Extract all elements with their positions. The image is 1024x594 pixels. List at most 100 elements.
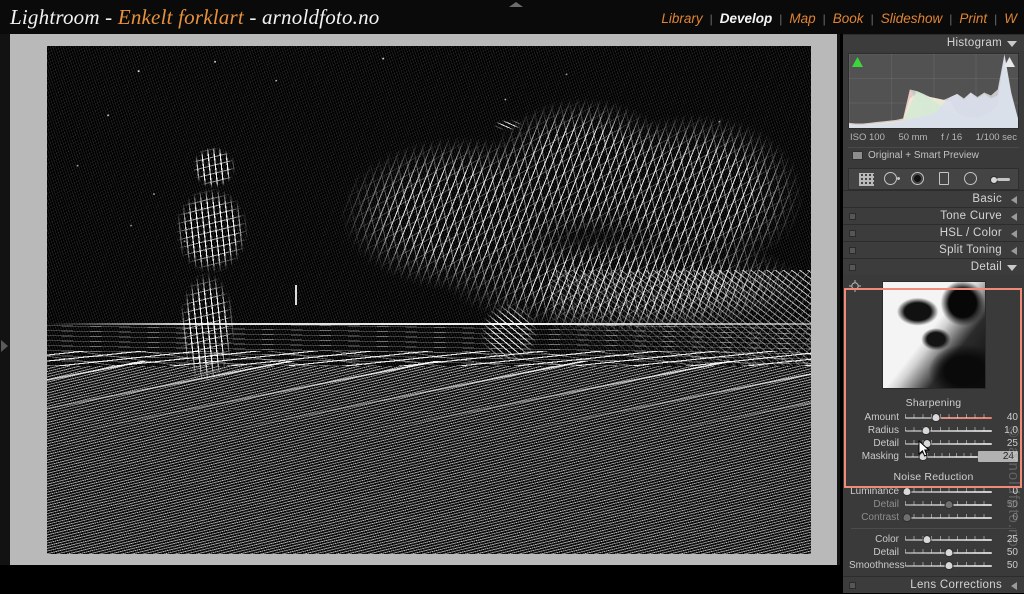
noise-reduction-slider-detail[interactable] bbox=[905, 547, 992, 559]
panel-switch-icon[interactable] bbox=[849, 582, 856, 589]
nav-item-book[interactable]: Book bbox=[826, 11, 871, 26]
panel-switch-icon[interactable] bbox=[849, 213, 856, 220]
nav-item-slideshow[interactable]: Slideshow bbox=[874, 11, 950, 26]
nav-item-map[interactable]: Map bbox=[782, 11, 822, 26]
histogram-plot[interactable] bbox=[848, 53, 1019, 129]
noise-reduction-row-color[interactable]: Color 25 bbox=[849, 533, 1018, 546]
panel-header-split-toning[interactable]: Split Toning bbox=[843, 241, 1024, 258]
noise-reduction-value-luminance[interactable]: 0 bbox=[992, 486, 1018, 497]
slider-handle[interactable] bbox=[944, 560, 953, 570]
detail-zoom-preview[interactable] bbox=[881, 281, 986, 389]
noise-reduction-label-luminance: Luminance bbox=[850, 486, 899, 497]
top-panel-toggle-icon[interactable] bbox=[509, 2, 523, 7]
exif-iso: ISO 100 bbox=[850, 132, 885, 143]
panel-switch-icon[interactable] bbox=[849, 230, 856, 237]
panel-header-basic[interactable]: Basic bbox=[843, 190, 1024, 207]
slider-ticks bbox=[905, 452, 978, 457]
sharpening-slider-amount[interactable] bbox=[905, 412, 992, 424]
preview-status-label: Original + Smart Preview bbox=[868, 150, 979, 161]
chevron-left-icon[interactable] bbox=[1011, 196, 1017, 204]
smart-preview-icon bbox=[852, 151, 863, 160]
left-panel-expand-arrow-icon[interactable] bbox=[1, 340, 8, 352]
adjustment-brush-tool-icon[interactable] bbox=[989, 171, 1010, 187]
module-picker: Library | Develop | Map | Book | Slidesh… bbox=[654, 11, 1024, 26]
panel-switch-icon[interactable] bbox=[849, 247, 856, 254]
sharpening-sliders: Amount 40 Radius 1,0 Detail 25 Masking 24 bbox=[843, 411, 1024, 463]
noise-reduction-slider-detail[interactable] bbox=[905, 499, 992, 511]
crop-overlay-tool-icon[interactable] bbox=[859, 172, 875, 186]
title-accent: Enkelt forklart bbox=[117, 5, 244, 29]
sharpening-row-amount[interactable]: Amount 40 bbox=[849, 411, 1018, 424]
noise-reduction-row-detail[interactable]: Detail 50 bbox=[849, 498, 1018, 511]
slider-handle[interactable] bbox=[921, 425, 931, 435]
slider-handle[interactable] bbox=[931, 412, 941, 422]
sharpening-value-detail[interactable]: 25 bbox=[992, 438, 1018, 449]
chevron-down-icon[interactable] bbox=[1007, 41, 1017, 47]
detail-target-cursor-icon[interactable] bbox=[849, 280, 861, 292]
spot-removal-tool-icon[interactable] bbox=[883, 171, 901, 187]
panel-header-lens-corrections-label: Lens Corrections bbox=[910, 579, 1002, 591]
panel-header-hsl-color[interactable]: HSL / Color bbox=[843, 224, 1024, 241]
slider-ticks bbox=[905, 513, 992, 518]
noise-reduction-slider-smoothness[interactable] bbox=[905, 560, 992, 572]
nav-item-library[interactable]: Library bbox=[654, 11, 709, 26]
slider-handle[interactable] bbox=[922, 534, 932, 544]
detail-panel-body: Sharpening Amount 40 Radius 1,0 Detail 25 Mask… bbox=[843, 275, 1024, 576]
panel-header-histogram[interactable]: Histogram bbox=[843, 34, 1024, 51]
chevron-left-icon[interactable] bbox=[1011, 247, 1017, 255]
panel-header-hsl-color-label: HSL / Color bbox=[939, 227, 1002, 239]
sharpening-slider-masking[interactable] bbox=[905, 451, 978, 463]
chevron-left-icon[interactable] bbox=[1011, 213, 1017, 221]
slider-handle[interactable] bbox=[944, 547, 953, 557]
noise-reduction-label-smoothness: Smoothness bbox=[849, 560, 905, 571]
slider-handle[interactable] bbox=[902, 512, 912, 522]
sharpening-row-masking[interactable]: Masking 24 bbox=[849, 450, 1018, 463]
noise-reduction-value-color[interactable]: 25 bbox=[992, 534, 1018, 545]
panel-header-detail-label: Detail bbox=[970, 261, 1002, 273]
sharpening-value-amount[interactable]: 40 bbox=[992, 412, 1018, 423]
nav-item-print[interactable]: Print bbox=[952, 11, 994, 26]
histogram-curves bbox=[849, 54, 1018, 128]
noise-reduction-value-smoothness[interactable]: 50 bbox=[992, 560, 1018, 571]
graduated-filter-tool-icon[interactable] bbox=[936, 171, 954, 187]
noise-reduction-value-contrast[interactable]: 0 bbox=[992, 512, 1018, 523]
noise-reduction-row-luminance[interactable]: Luminance 0 bbox=[849, 485, 1018, 498]
sharpening-row-radius[interactable]: Radius 1,0 bbox=[849, 424, 1018, 437]
noise-reduction-row-smoothness[interactable]: Smoothness 50 bbox=[849, 559, 1018, 572]
noise-reduction-divider bbox=[851, 528, 1016, 529]
nav-item-develop[interactable]: Develop bbox=[713, 11, 780, 26]
noise-reduction-value-detail[interactable]: 50 bbox=[992, 499, 1018, 510]
noise-reduction-row-contrast[interactable]: Contrast 0 bbox=[849, 511, 1018, 524]
left-panel-collapsed[interactable] bbox=[0, 34, 10, 565]
noise-reduction-label-contrast: Contrast bbox=[861, 512, 899, 523]
photo-preview[interactable] bbox=[47, 46, 811, 554]
noise-reduction-slider-color[interactable] bbox=[905, 534, 992, 546]
chevron-left-icon[interactable] bbox=[1011, 230, 1017, 238]
nav-item-web[interactable]: W bbox=[997, 11, 1024, 26]
noise-reduction-slider-luminance[interactable] bbox=[902, 486, 992, 498]
radial-filter-tool-icon[interactable] bbox=[963, 171, 981, 187]
panel-header-lens-corrections[interactable]: Lens Corrections bbox=[843, 576, 1024, 593]
sharpening-row-detail[interactable]: Detail 25 bbox=[849, 437, 1018, 450]
image-canvas[interactable] bbox=[10, 34, 840, 565]
noise-reduction-slider-contrast[interactable] bbox=[902, 512, 992, 524]
sharpening-value-radius[interactable]: 1,0 bbox=[992, 425, 1018, 436]
mouse-cursor-icon bbox=[918, 440, 930, 457]
slider-handle[interactable] bbox=[944, 499, 953, 509]
chevron-left-icon[interactable] bbox=[1011, 582, 1017, 590]
preview-status-row: Original + Smart Preview bbox=[848, 147, 1019, 164]
panel-header-tone-curve[interactable]: Tone Curve bbox=[843, 207, 1024, 224]
panel-header-split-toning-label: Split Toning bbox=[939, 244, 1002, 256]
slider-handle[interactable] bbox=[902, 486, 912, 496]
sharpening-value-masking[interactable]: 24 bbox=[978, 451, 1018, 462]
detail-preview-area bbox=[843, 275, 1024, 395]
noise-reduction-row-detail[interactable]: Detail 50 bbox=[849, 546, 1018, 559]
noise-reduction-value-detail[interactable]: 50 bbox=[992, 547, 1018, 558]
panel-header-detail[interactable]: Detail bbox=[843, 258, 1024, 275]
panel-switch-icon[interactable] bbox=[849, 264, 856, 271]
panel-header-basic-label: Basic bbox=[972, 193, 1002, 205]
chevron-down-icon[interactable] bbox=[1007, 265, 1017, 271]
sharpening-slider-radius[interactable] bbox=[905, 425, 992, 437]
noise-reduction-label-detail: Detail bbox=[873, 499, 899, 510]
red-eye-tool-icon[interactable] bbox=[910, 171, 928, 187]
